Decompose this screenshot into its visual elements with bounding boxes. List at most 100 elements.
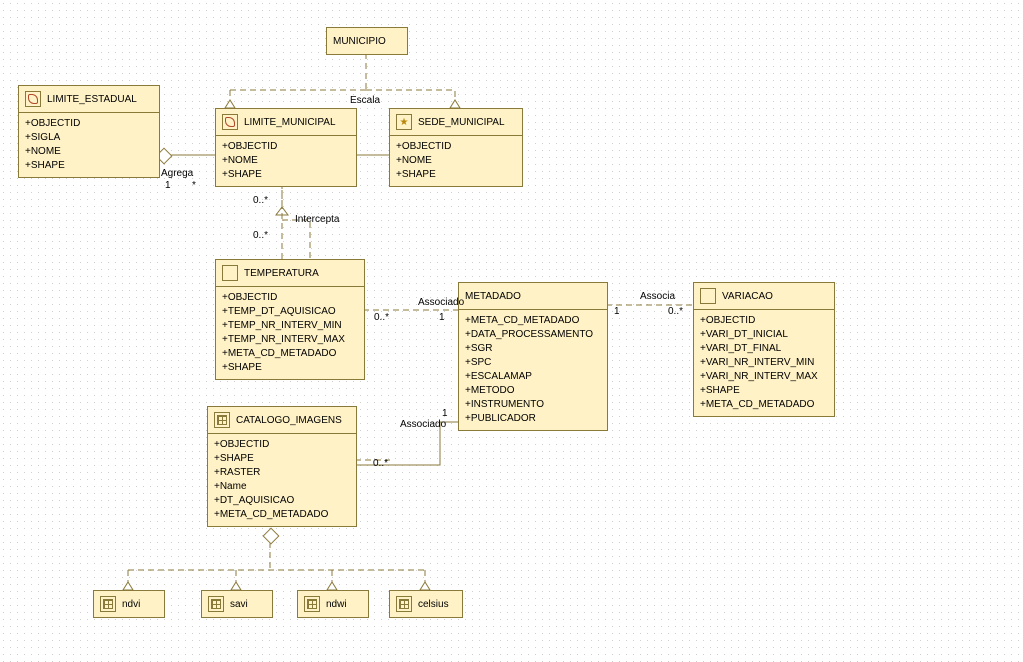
class-sede_municipal[interactable]: SEDE_MUNICIPAL+OBJECTID+NOME+SHAPE bbox=[389, 108, 523, 187]
attribute: +METODO bbox=[465, 384, 601, 398]
attribute: +TEMP_NR_INTERV_MIN bbox=[222, 319, 358, 333]
attribute: +OBJECTID bbox=[396, 140, 516, 154]
attribute: +RASTER bbox=[214, 466, 350, 480]
assoc-label: 0..* bbox=[373, 458, 388, 469]
assoc-label: 0..* bbox=[668, 306, 683, 317]
class-body: +OBJECTID+NOME+SHAPE bbox=[216, 136, 356, 186]
attribute: +VARI_NR_INTERV_MAX bbox=[700, 370, 828, 384]
assoc-label: * bbox=[192, 180, 196, 191]
class-catalogo[interactable]: CATALOGO_IMAGENS +OBJECTID+SHAPE+RASTER+N… bbox=[207, 406, 357, 527]
box-icon bbox=[700, 288, 716, 304]
attribute: +INSTRUMENTO bbox=[465, 398, 601, 412]
attribute: +NOME bbox=[396, 154, 516, 168]
attribute: +Name bbox=[214, 480, 350, 494]
class-header: VARIACAO bbox=[694, 283, 834, 310]
class-header: celsius bbox=[390, 591, 462, 617]
class-title: savi bbox=[230, 599, 248, 610]
attribute: +OBJECTID bbox=[700, 314, 828, 328]
assoc-label: 0..* bbox=[253, 230, 268, 241]
polygon-icon bbox=[222, 114, 238, 130]
attribute: +NOME bbox=[25, 145, 153, 159]
class-title: LIMITE_MUNICIPAL bbox=[244, 117, 336, 128]
attribute: +META_CD_METADADO bbox=[465, 314, 601, 328]
class-temperatura[interactable]: TEMPERATURA+OBJECTID+TEMP_DT_AQUISICAO+T… bbox=[215, 259, 365, 380]
raster-icon bbox=[304, 596, 320, 612]
assoc-label: 1 bbox=[614, 306, 620, 317]
class-title: ndvi bbox=[122, 599, 140, 610]
attribute: +ESCALAMAP bbox=[465, 370, 601, 384]
attribute: +SHAPE bbox=[214, 452, 350, 466]
class-header: ndwi bbox=[298, 591, 368, 617]
polygon-icon bbox=[25, 91, 41, 107]
attribute: +OBJECTID bbox=[214, 438, 350, 452]
class-body: +OBJECTID+SHAPE+RASTER+Name+DT_AQUISICAO… bbox=[208, 434, 356, 526]
raster-icon bbox=[100, 596, 116, 612]
class-body: +META_CD_METADADO+DATA_PROCESSAMENTO+SGR… bbox=[459, 310, 607, 430]
assoc-label: 0..* bbox=[253, 195, 268, 206]
assoc-label: Intercepta bbox=[295, 214, 339, 225]
class-body: +OBJECTID+VARI_DT_INICIAL+VARI_DT_FINAL+… bbox=[694, 310, 834, 416]
class-header: LIMITE_ESTADUAL bbox=[19, 86, 159, 113]
class-variacao[interactable]: VARIACAO+OBJECTID+VARI_DT_INICIAL+VARI_D… bbox=[693, 282, 835, 417]
attribute: +VARI_NR_INTERV_MIN bbox=[700, 356, 828, 370]
class-title: ndwi bbox=[326, 599, 347, 610]
assoc-label: 1 bbox=[439, 312, 445, 323]
box-icon bbox=[222, 265, 238, 281]
attribute: +SHAPE bbox=[222, 361, 358, 375]
attribute: +TEMP_DT_AQUISICAO bbox=[222, 305, 358, 319]
attribute: +SHAPE bbox=[25, 159, 153, 173]
attribute: +SIGLA bbox=[25, 131, 153, 145]
class-title: MUNICIPIO bbox=[333, 36, 386, 47]
attribute: +SPC bbox=[465, 356, 601, 370]
attribute: +META_CD_METADADO bbox=[700, 398, 828, 412]
attribute: +META_CD_METADADO bbox=[214, 508, 350, 522]
attribute: +TEMP_NR_INTERV_MAX bbox=[222, 333, 358, 347]
class-title: TEMPERATURA bbox=[244, 268, 319, 279]
class-savi[interactable]: savi bbox=[201, 590, 273, 618]
attribute: +OBJECTID bbox=[222, 291, 358, 305]
class-title: METADADO bbox=[465, 291, 521, 302]
aggregation-diamond bbox=[263, 528, 280, 545]
attribute: +OBJECTID bbox=[222, 140, 350, 154]
assoc-label: 1 bbox=[165, 180, 171, 191]
attribute: +DATA_PROCESSAMENTO bbox=[465, 328, 601, 342]
class-header: ndvi bbox=[94, 591, 164, 617]
attribute: +NOME bbox=[222, 154, 350, 168]
class-municipio[interactable]: MUNICIPIO bbox=[326, 27, 408, 55]
attribute: +SGR bbox=[465, 342, 601, 356]
attribute: +SHAPE bbox=[396, 168, 516, 182]
class-body: +OBJECTID+SIGLA+NOME+SHAPE bbox=[19, 113, 159, 177]
raster-icon bbox=[208, 596, 224, 612]
class-title: celsius bbox=[418, 599, 449, 610]
class-ndwi[interactable]: ndwi bbox=[297, 590, 369, 618]
class-header: METADADO bbox=[459, 283, 607, 310]
attribute: +DT_AQUISICAO bbox=[214, 494, 350, 508]
assoc-label: Agrega bbox=[161, 168, 193, 179]
assoc-label: Escala bbox=[350, 95, 380, 106]
attribute: +OBJECTID bbox=[25, 117, 153, 131]
class-header: savi bbox=[202, 591, 272, 617]
class-body: +OBJECTID+NOME+SHAPE bbox=[390, 136, 522, 186]
class-header: MUNICIPIO bbox=[327, 28, 407, 54]
class-title: LIMITE_ESTADUAL bbox=[47, 94, 137, 105]
attribute: +SHAPE bbox=[700, 384, 828, 398]
class-title: CATALOGO_IMAGENS bbox=[236, 415, 342, 426]
assoc-label: Associado bbox=[418, 297, 464, 308]
class-limite_estadual[interactable]: LIMITE_ESTADUAL +OBJECTID+SIGLA+NOME+SHAP… bbox=[18, 85, 160, 178]
raster-icon bbox=[214, 412, 230, 428]
class-header: SEDE_MUNICIPAL bbox=[390, 109, 522, 136]
class-body: +OBJECTID+TEMP_DT_AQUISICAO+TEMP_NR_INTE… bbox=[216, 287, 364, 379]
class-ndvi[interactable]: ndvi bbox=[93, 590, 165, 618]
class-header: CATALOGO_IMAGENS bbox=[208, 407, 356, 434]
class-limite_municipal[interactable]: LIMITE_MUNICIPAL +OBJECTID+NOME+SHAPE bbox=[215, 108, 357, 187]
class-celsius[interactable]: celsius bbox=[389, 590, 463, 618]
assoc-label: Associa bbox=[640, 291, 675, 302]
attribute: +VARI_DT_FINAL bbox=[700, 342, 828, 356]
class-header: TEMPERATURA bbox=[216, 260, 364, 287]
class-metadado[interactable]: METADADO +META_CD_METADADO+DATA_PROCESSAM… bbox=[458, 282, 608, 431]
raster-icon bbox=[396, 596, 412, 612]
star-icon bbox=[396, 114, 412, 130]
attribute: +VARI_DT_INICIAL bbox=[700, 328, 828, 342]
attribute: +SHAPE bbox=[222, 168, 350, 182]
class-header: LIMITE_MUNICIPAL bbox=[216, 109, 356, 136]
